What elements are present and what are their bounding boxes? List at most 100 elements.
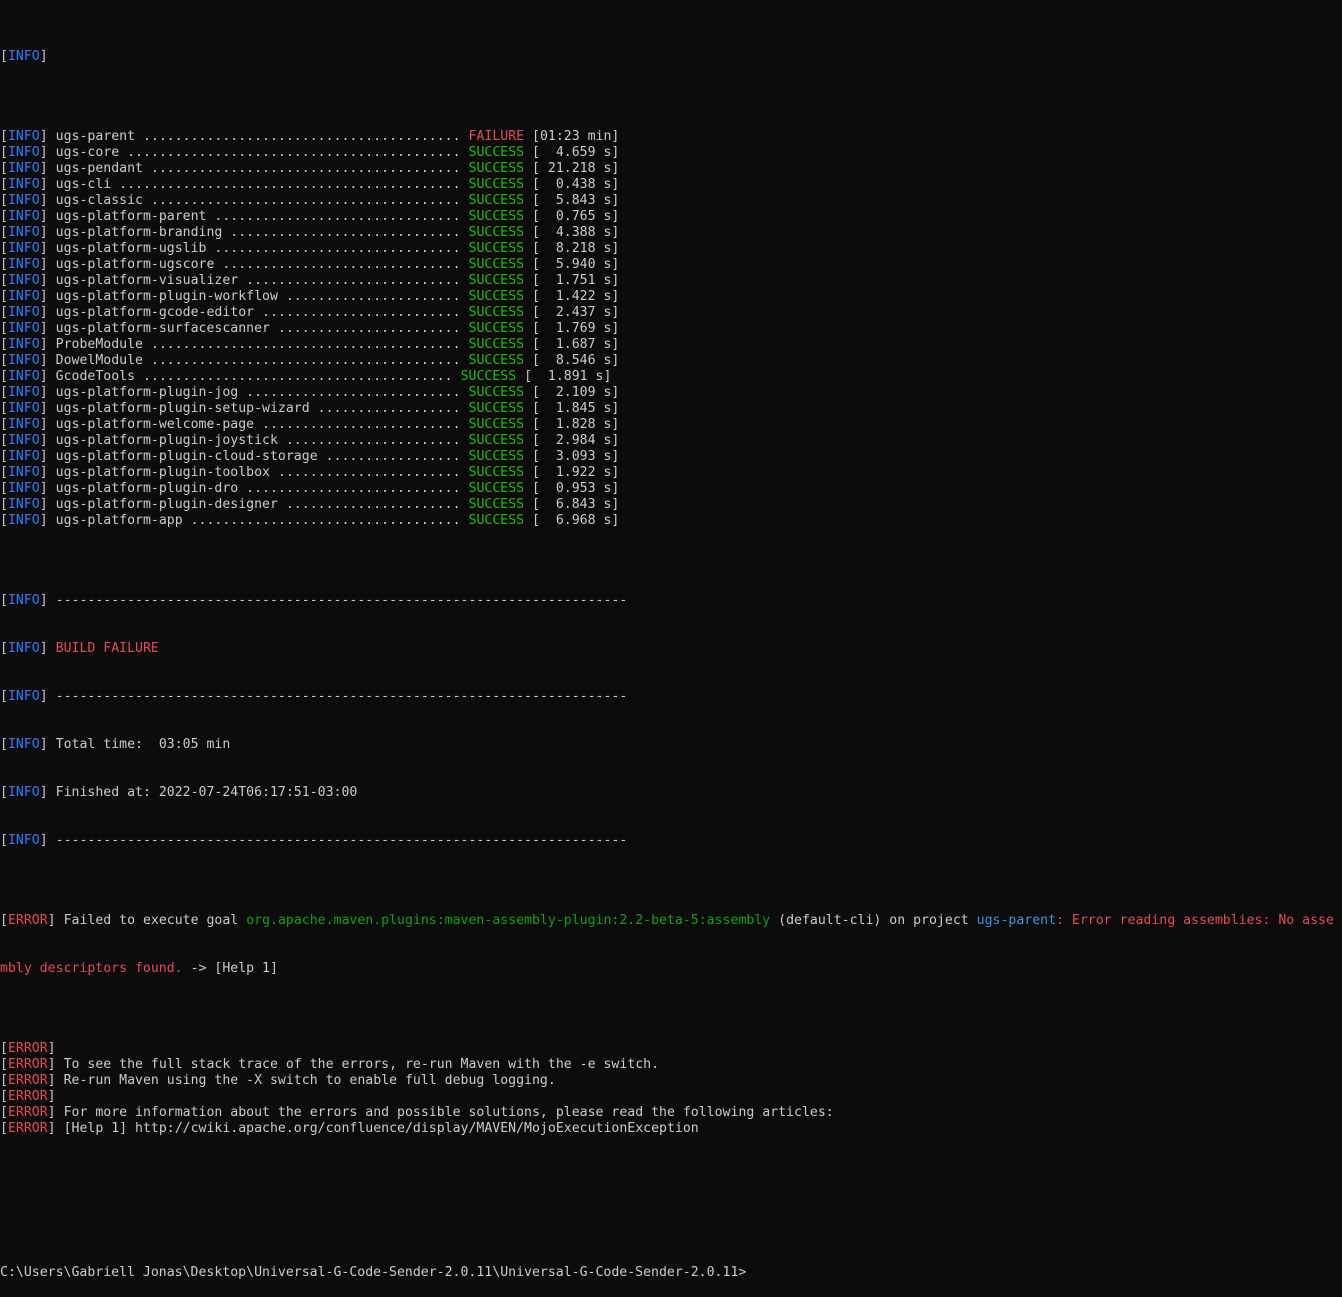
info-tag: INFO	[7, 449, 40, 464]
error-text: To see the full stack trace of the error…	[63, 1057, 660, 1072]
module-line: [INFO] ugs-platform-ugslib .............…	[0, 241, 620, 256]
error-text: [Help 1] http://cwiki.apache.org/conflue…	[63, 1121, 699, 1136]
log-line: [INFO] ---------------------------------…	[0, 593, 628, 608]
module-line: [INFO] ugs-platform-plugin-setup-wizard …	[0, 401, 620, 416]
error-prefix: Failed to execute goal	[63, 913, 247, 928]
info-tag: INFO	[7, 257, 40, 272]
module-name: ugs-platform-surfacescanner ............…	[55, 321, 461, 336]
module-name: ProbeModule ............................…	[55, 337, 461, 352]
module-line: [INFO] ugs-platform-plugin-jog .........…	[0, 385, 620, 400]
info-tag: INFO	[7, 353, 40, 368]
error-tag: ERROR	[7, 1057, 48, 1072]
info-tag: INFO	[7, 385, 40, 400]
info-tag: INFO	[7, 337, 40, 352]
info-tag: INFO	[7, 689, 40, 704]
info-tag: INFO	[7, 785, 40, 800]
module-time: [ 1.769 s]	[532, 321, 620, 336]
info-tag: INFO	[7, 513, 40, 528]
module-time: [ 6.843 s]	[532, 497, 620, 512]
info-tag: INFO	[7, 481, 40, 496]
module-line: [INFO] ugs-platform-plugin-cloud-storage…	[0, 449, 620, 464]
module-status: SUCCESS	[468, 321, 525, 336]
error-line: [ERROR]	[0, 1089, 56, 1104]
module-time: [ 5.843 s]	[532, 193, 620, 208]
finished-at: Finished at: 2022-07-24T06:17:51-03:00	[55, 785, 358, 800]
module-name: ugs-platform-plugin-toolbox ............…	[55, 465, 461, 480]
error-tag: ERROR	[7, 1089, 48, 1104]
info-tag: INFO	[7, 225, 40, 240]
module-line: [INFO] ProbeModule .....................…	[0, 337, 620, 352]
info-tag: INFO	[7, 433, 40, 448]
module-status: SUCCESS	[468, 241, 525, 256]
module-status: SUCCESS	[468, 273, 525, 288]
module-time: [ 2.437 s]	[532, 305, 620, 320]
module-line: [INFO] ugs-platform-branding ...........…	[0, 225, 620, 240]
module-status: FAILURE	[468, 129, 525, 144]
module-time: [ 0.765 s]	[532, 209, 620, 224]
info-tag: INFO	[7, 161, 40, 176]
module-line: [INFO] ugs-platform-app ................…	[0, 513, 620, 528]
info-tag: INFO	[7, 321, 40, 336]
info-tag: INFO	[7, 209, 40, 224]
module-name: ugs-platform-plugin-workflow ...........…	[55, 289, 461, 304]
module-status: SUCCESS	[468, 417, 525, 432]
module-status: SUCCESS	[468, 465, 525, 480]
module-time: [ 5.940 s]	[532, 257, 620, 272]
info-tag: INFO	[7, 305, 40, 320]
info-tag: INFO	[7, 497, 40, 512]
module-name: ugs-pendant ............................…	[55, 161, 461, 176]
command-prompt[interactable]: C:\Users\Gabriell Jonas\Desktop\Universa…	[0, 1265, 1342, 1281]
info-tag: INFO	[7, 193, 40, 208]
info-tag: INFO	[7, 241, 40, 256]
info-tag: INFO	[7, 273, 40, 288]
module-status: SUCCESS	[468, 481, 525, 496]
module-status: SUCCESS	[468, 497, 525, 512]
error-help-ref: -> [Help 1]	[182, 961, 278, 976]
module-status: SUCCESS	[468, 257, 525, 272]
module-time: [ 1.828 s]	[532, 417, 620, 432]
module-status: SUCCESS	[468, 193, 525, 208]
module-name: ugs-cli ................................…	[55, 177, 461, 192]
module-line: [INFO] ugs-platform-gcode-editor .......…	[0, 305, 620, 320]
module-time: [ 3.093 s]	[532, 449, 620, 464]
separator-line: ----------------------------------------…	[55, 593, 628, 608]
module-time: [ 8.218 s]	[532, 241, 620, 256]
terminal-output[interactable]: [INFO] [INFO] ugs-parent ...............…	[0, 1, 1342, 1297]
error-middle: (default-cli) on project	[770, 913, 977, 928]
module-name: ugs-platform-app .......................…	[55, 513, 461, 528]
error-line-wrap: mbly descriptors found. -> [Help 1]	[0, 961, 1342, 977]
module-status: SUCCESS	[468, 513, 525, 528]
info-tag: INFO	[7, 465, 40, 480]
prompt-path: C:\Users\Gabriell Jonas\Desktop\Universa…	[0, 1265, 747, 1280]
error-message-wrap: mbly descriptors found.	[0, 961, 183, 976]
module-line: [INFO] ugs-platform-plugin-dro .........…	[0, 481, 620, 496]
log-line: [INFO] ---------------------------------…	[0, 833, 628, 848]
module-status: SUCCESS	[468, 305, 525, 320]
module-name: ugs-platform-ugslib ....................…	[55, 241, 461, 256]
module-line: [INFO] ugs-platform-plugin-designer ....…	[0, 497, 620, 512]
module-status: SUCCESS	[468, 209, 525, 224]
module-name: ugs-parent .............................…	[55, 129, 461, 144]
total-time: Total time: 03:05 min	[55, 737, 231, 752]
module-name: ugs-platform-ugscore ...................…	[55, 257, 461, 272]
module-line: [INFO] ugs-core ........................…	[0, 145, 620, 160]
module-name: ugs-platform-branding ..................…	[55, 225, 461, 240]
module-name: ugs-platform-plugin-joystick ...........…	[55, 433, 461, 448]
module-name: ugs-core ...............................…	[55, 145, 461, 160]
module-time: [ 2.109 s]	[532, 385, 620, 400]
module-status: SUCCESS	[468, 385, 525, 400]
module-time: [ 21.218 s]	[532, 161, 620, 176]
info-tag: INFO	[7, 417, 40, 432]
module-time: [ 1.922 s]	[532, 465, 620, 480]
module-status: SUCCESS	[460, 369, 517, 384]
error-tag: ERROR	[7, 913, 48, 928]
module-name: ugs-platform-plugin-dro ................…	[55, 481, 461, 496]
module-line: [INFO] GcodeTools ......................…	[0, 369, 612, 384]
module-status: SUCCESS	[468, 161, 525, 176]
module-time: [ 6.968 s]	[532, 513, 620, 528]
module-name: ugs-platform-plugin-designer ...........…	[55, 497, 461, 512]
module-name: ugs-platform-visualizer ................…	[55, 273, 461, 288]
log-line: [INFO]	[0, 49, 48, 64]
module-name: ugs-platform-plugin-setup-wizard .......…	[55, 401, 461, 416]
